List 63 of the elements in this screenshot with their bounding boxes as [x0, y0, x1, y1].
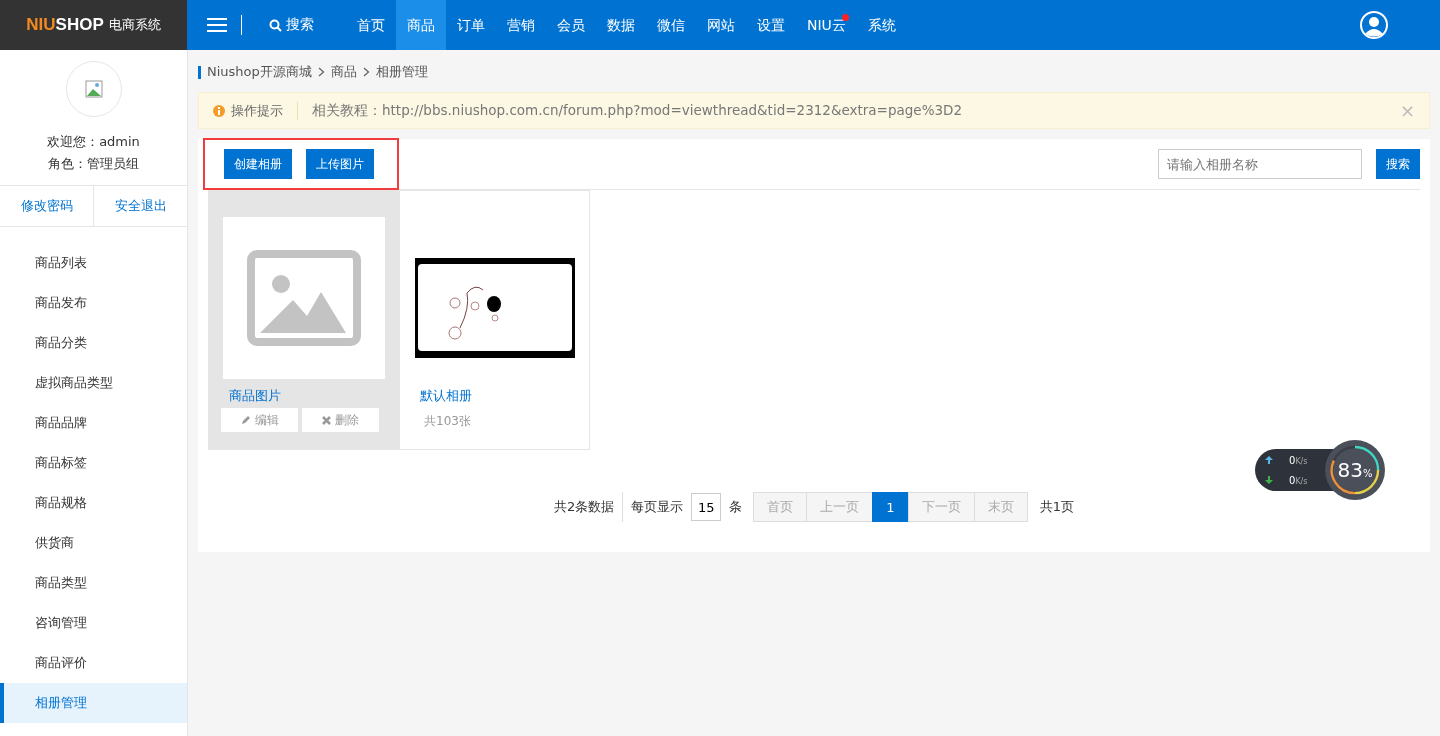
action-button[interactable]: 创建相册: [224, 149, 292, 179]
photo-count: 共103张: [423, 413, 472, 430]
nav-tab[interactable]: 首页: [346, 0, 396, 50]
account-link[interactable]: 安全退出: [93, 186, 187, 226]
nav-tab[interactable]: 营销: [496, 0, 546, 50]
breadcrumb-link[interactable]: 相册管理: [375, 63, 428, 81]
sidebar-item[interactable]: 商品规格: [0, 483, 187, 523]
page-button[interactable]: 1: [872, 492, 909, 522]
sidebar-item[interactable]: 商品类型: [0, 563, 187, 603]
nav-tab[interactable]: 系统: [856, 0, 907, 50]
notice-label: 操作提示: [231, 101, 283, 120]
search-button[interactable]: 搜索: [269, 16, 314, 34]
nav-tab[interactable]: 订单: [446, 0, 496, 50]
nav-tab[interactable]: 网站: [696, 0, 746, 50]
album-card[interactable]: 商品图片 编辑 删除: [208, 190, 399, 450]
menu-icon[interactable]: [207, 18, 227, 32]
sidebar-item[interactable]: 商品品牌: [0, 403, 187, 443]
memory-percent: 83%: [1336, 458, 1374, 482]
download-speed: 0K/s: [1289, 474, 1308, 486]
page-size-unit: 条: [729, 498, 743, 516]
search-icon: [269, 18, 282, 32]
breadcrumb-link[interactable]: Niushop开源商城: [207, 63, 312, 81]
sidebar-item[interactable]: 商品发布: [0, 283, 187, 323]
nav-tab[interactable]: NIU云: [796, 0, 857, 50]
role-text: 角色：管理员组: [48, 155, 139, 173]
album-action-button[interactable]: 删除: [302, 408, 379, 432]
nav-tab[interactable]: 设置: [746, 0, 796, 50]
nav-tab[interactable]: 数据: [596, 0, 646, 50]
upload-arrow-icon: [1265, 456, 1273, 464]
logo: NIUSHOP 电商系统: [0, 0, 187, 50]
page-size-field[interactable]: 15: [691, 493, 722, 521]
search-button[interactable]: 搜索: [1376, 149, 1420, 179]
welcome-text: 欢迎您：admin: [47, 133, 140, 151]
page-count: 共1页: [1039, 498, 1074, 516]
account-link[interactable]: 修改密码: [0, 186, 93, 226]
download-arrow-icon: [1265, 476, 1273, 484]
upload-speed: 0K/s: [1289, 454, 1308, 466]
nav-tab[interactable]: 微信: [646, 0, 696, 50]
image-placeholder-icon: [247, 250, 361, 346]
search-field[interactable]: 请输入相册名称: [1158, 149, 1362, 179]
total-count: 共2条数据: [554, 498, 615, 516]
cross-icon: [322, 415, 331, 425]
nav-tab[interactable]: 会员: [546, 0, 596, 50]
album-action-button[interactable]: 编辑: [221, 408, 298, 432]
sidebar-item[interactable]: 咨询管理: [0, 603, 187, 643]
album-card[interactable]: 默认相册 共103张: [399, 190, 590, 450]
sidebar-item[interactable]: 商品列表: [0, 243, 187, 283]
pencil-icon: [240, 415, 251, 425]
sidebar-item[interactable]: 相册管理: [0, 683, 187, 723]
page-size-label: 每页显示: [631, 498, 684, 516]
user-avatar-icon[interactable]: [1360, 11, 1388, 39]
action-button[interactable]: 上传图片: [306, 149, 374, 179]
sidebar-item[interactable]: 商品标签: [0, 443, 187, 483]
nav-tab[interactable]: 商品: [396, 0, 446, 50]
notice-text: 相关教程：http://bbs.niushop.com.cn/forum.php?mod=viewthread&tid=2312&extra=page%3D2: [312, 101, 963, 120]
sidebar-item[interactable]: 虚拟商品类型: [0, 363, 187, 403]
album-name[interactable]: 默认相册: [414, 387, 589, 405]
album-name[interactable]: 商品图片: [223, 387, 398, 405]
breadcrumb-link[interactable]: 商品: [330, 63, 357, 81]
sidebar-item[interactable]: 供货商: [0, 523, 187, 563]
sidebar-item[interactable]: 商品分类: [0, 323, 187, 363]
sidebar-item[interactable]: 商品评价: [0, 643, 187, 683]
info-icon: [213, 104, 225, 117]
